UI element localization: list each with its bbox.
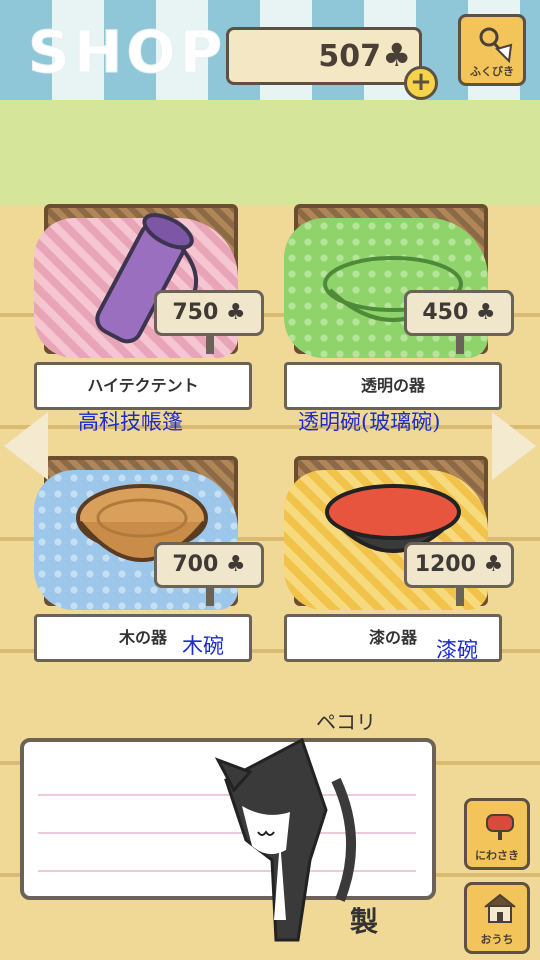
- item-name-label: 透明の器: [284, 362, 502, 410]
- niwasaki-button[interactable]: にわさき: [464, 798, 530, 870]
- item-translation: 高科技帳篷: [78, 410, 183, 434]
- price-hook: [206, 586, 214, 606]
- ouchi-label: おうち: [480, 933, 514, 946]
- lottery-bell-icon: [479, 27, 513, 64]
- shop-item-wooden-bowl[interactable]: 700 ♣ 木の器 木碗: [34, 452, 266, 702]
- add-coins-button[interactable]: +: [404, 66, 438, 100]
- price-hook: [206, 334, 214, 354]
- next-page-arrow[interactable]: [492, 412, 536, 480]
- green-wall: [0, 100, 540, 205]
- coin-counter: 507 ♣: [226, 27, 422, 85]
- house-icon: [484, 893, 516, 923]
- fukubiki-button[interactable]: ふくびき: [458, 14, 526, 86]
- ouchi-button[interactable]: おうち: [464, 882, 530, 954]
- mailbox-icon: [486, 814, 514, 840]
- clover-icon: ♣: [382, 36, 411, 74]
- item-translation: 透明碗(玻璃碗): [298, 410, 441, 434]
- item-translation: 木碗: [182, 634, 224, 658]
- prev-page-arrow[interactable]: [4, 412, 48, 480]
- item-name-label: ハイテクテント: [34, 362, 252, 410]
- niwasaki-label: にわさき: [475, 849, 519, 862]
- price-hook: [456, 334, 464, 354]
- shop-title: SHOP: [27, 18, 227, 87]
- price-tag: 750 ♣: [154, 290, 264, 336]
- price-tag: 700 ♣: [154, 542, 264, 588]
- shop-item-lacquer-bowl[interactable]: 1200 ♣ 漆の器 漆碗: [284, 452, 516, 702]
- item-translation: 漆碗: [436, 638, 478, 662]
- price-tag: 450 ♣: [404, 290, 514, 336]
- price-tag: 1200 ♣: [404, 542, 514, 588]
- cat-shopkeeper: [214, 737, 356, 942]
- fukubiki-label: ふくびき: [470, 65, 514, 78]
- coin-count: 507: [318, 39, 381, 74]
- shop-item-hightech-tent[interactable]: 750 ♣ ハイテクテント 高科技帳篷: [34, 200, 266, 450]
- price-hook: [456, 586, 464, 606]
- shop-item-glass-bowl[interactable]: 450 ♣ 透明の器 透明碗(玻璃碗): [284, 200, 516, 450]
- sei-character: 製: [350, 905, 379, 938]
